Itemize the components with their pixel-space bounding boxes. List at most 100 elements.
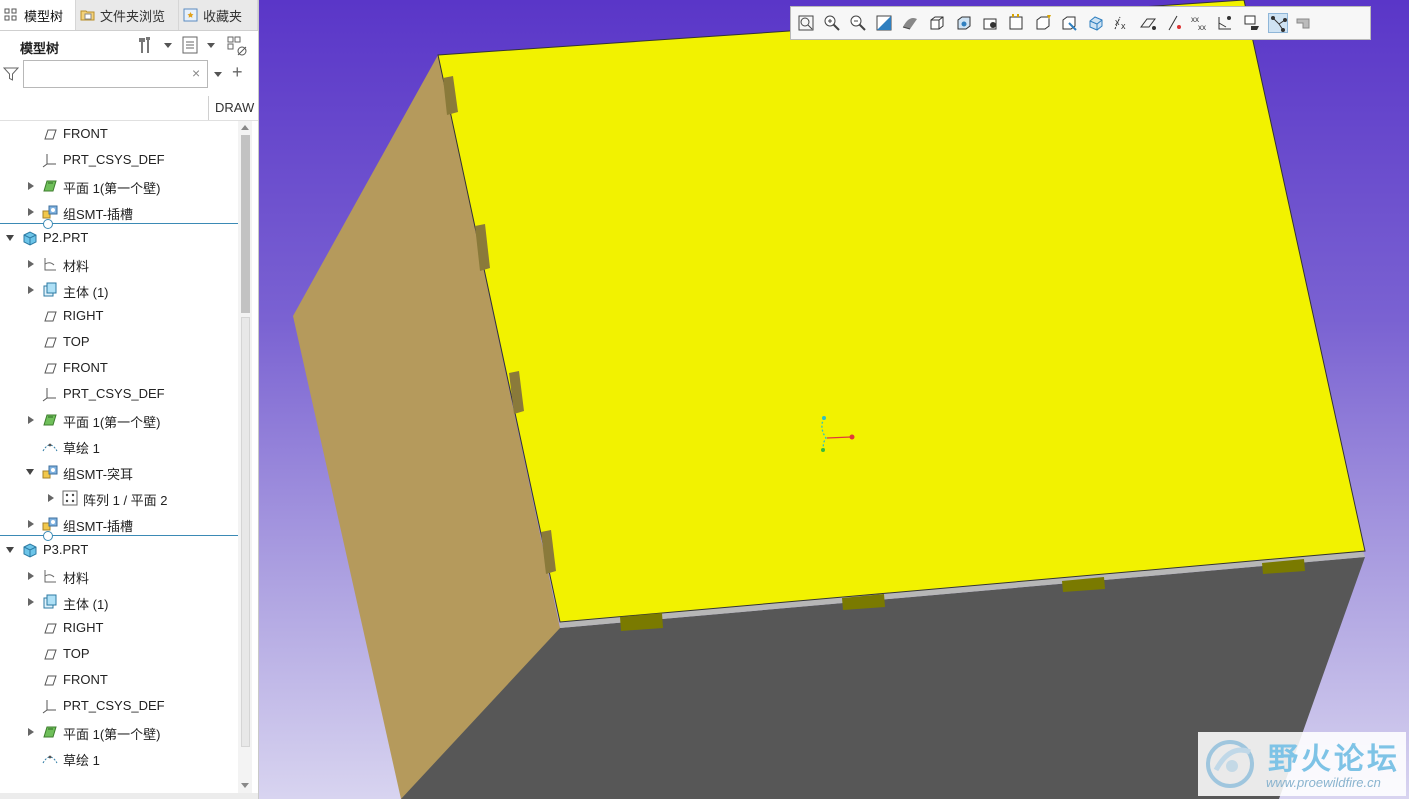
tree-item[interactable]: 组SMT-插槽 — [0, 511, 238, 537]
expand-arrow-icon[interactable] — [28, 416, 34, 424]
tree-item[interactable]: TOP — [0, 641, 238, 667]
svg-text:x: x — [1121, 21, 1126, 31]
scroll-up-icon[interactable] — [241, 125, 249, 130]
tree-item[interactable]: RIGHT — [0, 615, 238, 641]
expand-arrow-icon[interactable] — [28, 260, 34, 268]
csys-icon — [41, 697, 59, 715]
scrollbar-thumb[interactable] — [241, 135, 250, 313]
expand-arrow-icon[interactable] — [28, 728, 34, 736]
zoom-out-icon[interactable] — [848, 13, 868, 33]
tree-item-label: 材料 — [63, 259, 90, 274]
filter-icon[interactable] — [2, 66, 20, 82]
collapse-arrow-icon[interactable] — [6, 547, 14, 553]
column-divider[interactable] — [208, 96, 209, 120]
selected-display-icon[interactable] — [1215, 13, 1235, 33]
horizontal-scrollbar[interactable] — [0, 793, 258, 799]
collapse-arrow-icon[interactable] — [6, 235, 14, 241]
column-header-draw[interactable]: DRAW — [215, 100, 254, 115]
csys-display-icon[interactable] — [1138, 13, 1158, 33]
material-icon — [41, 255, 59, 273]
tree-item[interactable]: PRT_CSYS_DEF — [0, 381, 238, 407]
expand-arrow-icon[interactable] — [28, 520, 34, 528]
repaint-icon[interactable] — [874, 13, 894, 33]
tree-item[interactable]: 主体 (1) — [0, 589, 238, 615]
expand-arrow-icon[interactable] — [28, 286, 34, 294]
tab-model-tree[interactable]: 模型树 — [0, 0, 76, 30]
point-display-icon[interactable]: xx — [1112, 13, 1132, 33]
show-hide-columns-icon[interactable] — [227, 35, 247, 56]
model-tree-icon — [4, 8, 20, 22]
search-input[interactable] — [23, 60, 208, 88]
tree-item[interactable]: 平面 1(第一个壁) — [0, 173, 238, 199]
display-style-icon[interactable] — [900, 13, 920, 33]
settings-tools-icon[interactable] — [136, 35, 156, 55]
expand-arrow-icon[interactable] — [28, 598, 34, 606]
tree-item[interactable]: 组SMT-插槽 — [0, 199, 238, 225]
expand-arrow-icon[interactable] — [28, 182, 34, 190]
tree-item[interactable]: PRT_CSYS_DEF — [0, 693, 238, 719]
tree-item[interactable]: 材料 — [0, 251, 238, 277]
chevron-down-icon[interactable] — [214, 72, 222, 77]
zoom-in-icon[interactable] — [822, 13, 842, 33]
tree-item[interactable]: P3.PRT — [0, 537, 238, 563]
note-display-icon[interactable] — [1164, 13, 1184, 33]
perspective-icon[interactable] — [981, 13, 1001, 33]
panel-title: 模型树 — [20, 41, 60, 56]
chevron-down-icon[interactable] — [164, 43, 172, 48]
plane-display-icon[interactable] — [1059, 13, 1079, 33]
tree-item[interactable]: FRONT — [0, 667, 238, 693]
vertical-scrollbar[interactable] — [238, 121, 252, 793]
spin-toggle-button[interactable] — [1268, 13, 1288, 33]
clear-icon[interactable]: × — [192, 65, 200, 81]
tree-item[interactable]: 草绘 1 — [0, 745, 238, 771]
tree-item[interactable]: 组SMT-突耳 — [0, 459, 238, 485]
3d-model-view[interactable] — [259, 0, 1409, 799]
tree-item[interactable]: FRONT — [0, 355, 238, 381]
expand-arrow-icon[interactable] — [48, 494, 54, 502]
expand-arrow-icon[interactable] — [28, 208, 34, 216]
expand-arrow-icon[interactable] — [28, 572, 34, 580]
saved-orientations-icon[interactable] — [927, 13, 947, 33]
chevron-down-icon[interactable] — [207, 43, 215, 48]
annotation-display-icon[interactable] — [1033, 13, 1053, 33]
tree-toolbar: 模型树 — [0, 31, 258, 59]
scroll-down-icon[interactable] — [241, 783, 249, 788]
tree-item-label: RIGHT — [63, 620, 104, 635]
group-icon — [41, 463, 59, 481]
search-row: × + — [0, 60, 258, 90]
tree-item-label: 平面 1(第一个壁) — [63, 181, 161, 196]
box-top-face[interactable] — [437, 0, 1366, 623]
tree-item[interactable]: RIGHT — [0, 303, 238, 329]
folder-browser-icon — [80, 8, 96, 22]
tag-display-icon[interactable] — [1242, 13, 1262, 33]
graphics-viewport[interactable] — [259, 0, 1409, 799]
tab-favorites[interactable]: 收藏夹 — [179, 0, 258, 30]
tree-filters-icon[interactable] — [180, 35, 200, 55]
tree-item-label: 主体 (1) — [63, 597, 109, 612]
skeleton-icon[interactable] — [1294, 13, 1314, 33]
tree-item[interactable]: 草绘 1 — [0, 433, 238, 459]
datum-display-icon[interactable]: xx xx — [1189, 13, 1209, 33]
sketch-icon — [41, 437, 59, 455]
datum-plane-icon — [41, 333, 59, 351]
tree-item[interactable]: 平面 1(第一个壁) — [0, 719, 238, 745]
axis-display-icon[interactable] — [1086, 13, 1106, 33]
view-manager-icon[interactable] — [954, 13, 974, 33]
tree-item[interactable]: FRONT — [0, 121, 238, 147]
tree-item[interactable]: 材料 — [0, 563, 238, 589]
refit-icon[interactable] — [796, 13, 816, 33]
tree-item[interactable]: PRT_CSYS_DEF — [0, 147, 238, 173]
tree-item[interactable]: 主体 (1) — [0, 277, 238, 303]
watermark: 野火论坛 www.proewildfire.cn — [1198, 732, 1406, 796]
tree-item[interactable]: P2.PRT — [0, 225, 238, 251]
csys-icon — [41, 151, 59, 169]
tree-item[interactable]: 阵列 1 / 平面 2 — [0, 485, 238, 511]
tree-item[interactable]: 平面 1(第一个壁) — [0, 407, 238, 433]
add-icon[interactable]: + — [232, 62, 243, 83]
tree-item-label: FRONT — [63, 672, 108, 687]
scrollbar-track[interactable] — [241, 317, 250, 747]
spin-center-icon[interactable] — [1007, 13, 1027, 33]
tab-folder-browser[interactable]: 文件夹浏览 — [76, 0, 179, 30]
tree-item[interactable]: TOP — [0, 329, 238, 355]
collapse-arrow-icon[interactable] — [26, 469, 34, 475]
